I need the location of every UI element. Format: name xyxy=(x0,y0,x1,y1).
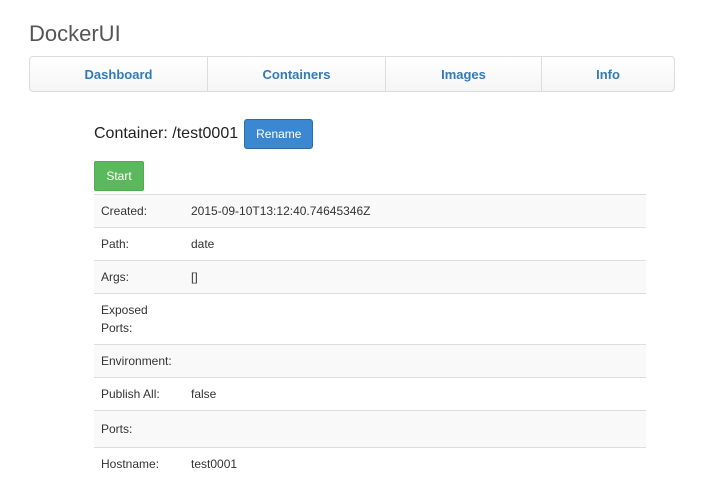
details-value: 2015-09-10T13:12:40.74645346Z xyxy=(184,194,646,228)
details-label: Created: xyxy=(94,194,184,228)
nav-item-dashboard[interactable]: Dashboard xyxy=(30,57,208,91)
details-value xyxy=(184,293,646,345)
details-value: test0001 xyxy=(184,447,646,481)
details-row-ports: Ports: xyxy=(94,410,646,448)
details-label: Exposed Ports: xyxy=(94,293,184,345)
start-button[interactable]: Start xyxy=(94,161,144,191)
details-value: false xyxy=(184,377,646,411)
nav-item-containers[interactable]: Containers xyxy=(208,57,386,91)
details-row-exposed-ports: Exposed Ports: xyxy=(94,293,646,345)
details-label: Environment: xyxy=(94,344,184,378)
details-row-path: Path: date xyxy=(94,227,646,261)
details-label: Ports: xyxy=(94,410,184,448)
details-label: Args: xyxy=(94,260,184,294)
container-title: Container: /test0001 xyxy=(94,125,238,143)
details-label: Hostname: xyxy=(94,447,184,481)
container-name: /test0001 xyxy=(172,125,239,142)
nav-item-info[interactable]: Info xyxy=(542,57,674,91)
details-label: Path: xyxy=(94,227,184,261)
nav-item-images[interactable]: Images xyxy=(386,57,542,91)
details-value: [] xyxy=(184,260,646,294)
container-title-prefix: Container: xyxy=(94,125,168,142)
details-row-created: Created: 2015-09-10T13:12:40.74645346Z xyxy=(94,194,646,228)
details-row-publish-all: Publish All: false xyxy=(94,377,646,411)
details-row-args: Args: [] xyxy=(94,260,646,294)
app-title: DockerUI xyxy=(29,21,121,46)
details-value xyxy=(184,344,646,378)
details-row-hostname: Hostname: test0001 xyxy=(94,447,646,481)
main-navbar: Dashboard Containers Images Info xyxy=(29,56,675,92)
details-value: date xyxy=(184,227,646,261)
details-label: Publish All: xyxy=(94,377,184,411)
details-row-environment: Environment: xyxy=(94,344,646,378)
container-details-table: Created: 2015-09-10T13:12:40.74645346Z P… xyxy=(94,194,646,481)
rename-button[interactable]: Rename xyxy=(244,119,314,149)
details-value xyxy=(184,410,646,448)
container-header: Container: /test0001 Rename xyxy=(94,119,314,149)
